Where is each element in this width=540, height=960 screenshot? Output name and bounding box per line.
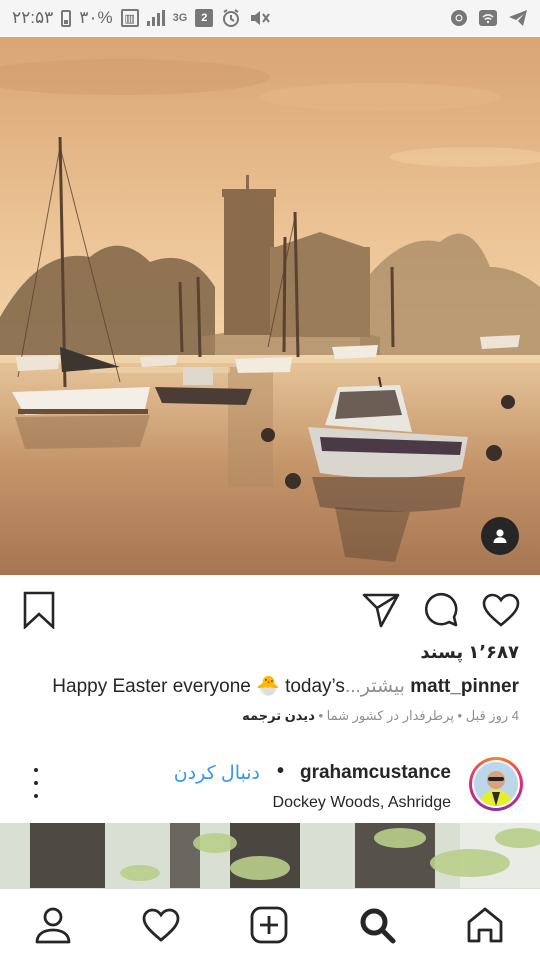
- post-actions: [0, 586, 540, 634]
- bottom-nav: [0, 888, 540, 960]
- caption-text: Happy Easter everyone 🐣 today’s: [52, 676, 345, 697]
- post-meta: 4 روز قبل • پرطرفدار در کشور شما • دیدن …: [242, 708, 519, 724]
- battery-percent: ۳۰%: [79, 8, 113, 27]
- separator-dot: •: [276, 760, 284, 782]
- more-options-icon[interactable]: [24, 768, 48, 798]
- share-send-icon[interactable]: [361, 590, 401, 630]
- comment-icon[interactable]: [421, 590, 461, 630]
- search-icon[interactable]: [357, 905, 397, 945]
- status-right: [450, 9, 528, 27]
- post-photo-2[interactable]: [0, 823, 540, 888]
- alarm-icon: [223, 9, 240, 27]
- avatar-image: [474, 762, 518, 806]
- like-heart-icon[interactable]: [481, 590, 521, 630]
- woods-image: [0, 823, 540, 888]
- status-left: ۲۲:۵۳ ۳۰% ▥ 3G 2: [12, 8, 271, 28]
- network-type: 3G: [172, 12, 188, 24]
- chart-notification-icon: ▥: [120, 9, 139, 27]
- new-post-icon[interactable]: [249, 905, 289, 945]
- post-location[interactable]: Dockey Woods, Ashridge: [273, 794, 451, 812]
- post-time-text: 4 روز قبل • پرطرفدار در کشور شما •: [314, 708, 519, 723]
- harbor-sunrise-image: [0, 37, 540, 575]
- follow-button[interactable]: دنبال کردن: [174, 762, 260, 785]
- wifi-box-icon: [479, 10, 497, 26]
- home-icon[interactable]: [465, 905, 505, 945]
- status-bar: ۲۲:۵۳ ۳۰% ▥ 3G 2: [0, 0, 540, 36]
- signal-icon: [146, 10, 165, 26]
- caption-username[interactable]: matt_pinner: [410, 676, 519, 697]
- profile-icon[interactable]: [33, 905, 73, 945]
- likes-count[interactable]: ۱٬۶۸۷ پسند: [420, 642, 519, 663]
- post-photo[interactable]: [0, 37, 540, 575]
- see-translation-link[interactable]: دیدن ترجمه: [242, 708, 315, 723]
- post-caption[interactable]: matt_pinner بیشتر...Happy Easter everyon…: [9, 674, 519, 698]
- clock-text: ۲۲:۵۳: [12, 8, 54, 27]
- avatar[interactable]: [469, 757, 523, 811]
- save-bookmark-icon[interactable]: [19, 590, 59, 630]
- mute-icon: [251, 11, 271, 25]
- sim-badge: 2: [195, 9, 214, 27]
- caption-more-link[interactable]: بیشتر...: [345, 676, 405, 697]
- post-username[interactable]: grahamcustance: [300, 762, 451, 784]
- post-header: grahamcustance • دنبال کردن Dockey Woods…: [0, 752, 540, 822]
- battery-icon: [61, 9, 72, 27]
- telegram-icon: [509, 10, 527, 26]
- activity-icon[interactable]: [141, 905, 181, 945]
- person-tag-icon[interactable]: [481, 517, 519, 555]
- chrome-icon: [451, 10, 467, 26]
